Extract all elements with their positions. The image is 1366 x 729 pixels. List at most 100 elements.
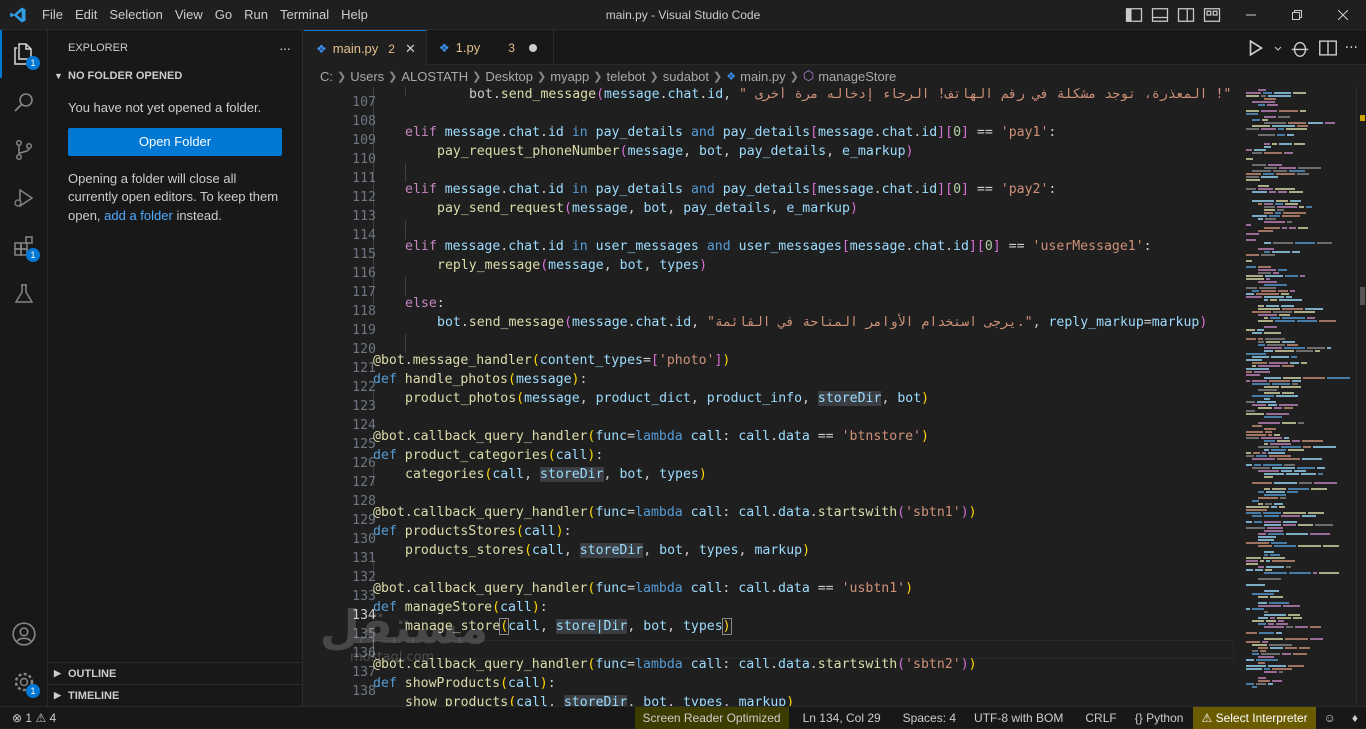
menu-file[interactable]: File <box>36 4 69 26</box>
minimap-line <box>1269 362 1288 364</box>
minimap-line <box>1258 677 1266 679</box>
menu-terminal[interactable]: Terminal <box>274 4 335 26</box>
more-actions-icon[interactable]: ··· <box>279 40 291 56</box>
copilot-icon[interactable]: ☺ <box>1316 707 1344 729</box>
menu-edit[interactable]: Edit <box>69 4 103 26</box>
minimap-line <box>1246 359 1262 361</box>
activity-bar: 1 1 1 <box>0 30 48 706</box>
line-number: 112 <box>352 190 376 205</box>
unsaved-dot-icon[interactable] <box>528 43 537 52</box>
language-mode[interactable]: {} Python <box>1127 707 1192 729</box>
customize-layout-icon[interactable] <box>1202 5 1222 25</box>
minimap-line <box>1258 305 1264 307</box>
accounts-activity[interactable] <box>0 610 48 658</box>
scroll-thumb[interactable] <box>1360 287 1365 305</box>
toggle-primary-sidebar-icon[interactable] <box>1124 5 1144 25</box>
explorer-activity[interactable]: 1 <box>0 30 48 78</box>
crumb-myapp[interactable]: myapp <box>550 69 589 84</box>
indentation[interactable]: Spaces: 4 <box>895 707 964 729</box>
source-control-activity[interactable] <box>0 126 48 174</box>
crumb-file[interactable]: main.py <box>740 69 786 84</box>
manage-activity[interactable]: 1 <box>0 658 48 706</box>
minimap-line <box>1258 314 1277 316</box>
crumb-user[interactable]: ALOSTATH <box>401 69 468 84</box>
crumb-telebot[interactable]: telebot <box>606 69 645 84</box>
minimap-line <box>1274 503 1283 505</box>
minimap-line <box>1246 293 1254 295</box>
crumb-symbol[interactable]: manageStore <box>818 69 896 84</box>
code-editor[interactable]: 106 107 108 109 110 111 112 113 114 115 116 117 118 1… <box>304 87 1240 706</box>
close-tab-icon[interactable]: ✕ <box>405 41 416 57</box>
no-folder-section[interactable]: ▼ NO FOLDER OPENED <box>48 65 302 87</box>
minimap[interactable] <box>1240 87 1356 706</box>
minimap-line <box>1298 524 1313 526</box>
testing-activity[interactable] <box>0 270 48 318</box>
menu-run[interactable]: Run <box>238 4 274 26</box>
restore-icon[interactable] <box>1274 0 1320 30</box>
line-ending[interactable]: CRLF <box>1077 707 1124 729</box>
run-python-file-icon[interactable] <box>1245 37 1267 59</box>
timeline-section[interactable]: ▶ TIMELINE <box>48 684 303 706</box>
minimap-line <box>1252 356 1269 358</box>
line-number: 109 <box>352 133 376 148</box>
select-interpreter[interactable]: ⚠ Select Interpreter <box>1193 706 1316 729</box>
crumb-desktop[interactable]: Desktop <box>485 69 533 84</box>
minimap-line <box>1273 170 1287 172</box>
menu-view[interactable]: View <box>169 4 209 26</box>
minimap-line <box>1310 638 1323 640</box>
run-debug-activity[interactable] <box>0 174 48 222</box>
minimap-line <box>1246 401 1255 403</box>
crumb-drive[interactable]: C: <box>320 69 333 84</box>
debug-icon[interactable] <box>1289 37 1311 59</box>
extensions-activity[interactable]: 1 <box>0 222 48 270</box>
tab-main-py[interactable]: ❖ main.py 2 ✕ <box>304 30 427 66</box>
toggle-panel-icon[interactable] <box>1150 5 1170 25</box>
minimap-line <box>1284 464 1295 466</box>
minimap-line <box>1279 314 1290 316</box>
minimap-line <box>1269 644 1292 646</box>
minimap-line <box>1303 446 1311 448</box>
menu-help[interactable]: Help <box>335 4 374 26</box>
error-icon: ⊗ <box>12 710 23 725</box>
minimap-line <box>1261 653 1280 655</box>
outline-section[interactable]: ▶ OUTLINE <box>48 662 303 684</box>
add-folder-link[interactable]: add a folder <box>104 208 173 223</box>
minimap-line <box>1256 683 1266 685</box>
minimap-line <box>1284 152 1293 154</box>
minimap-line <box>1269 191 1276 193</box>
line-number: 136 <box>352 646 376 661</box>
minimap-line <box>1287 491 1298 493</box>
notifications-bell-icon[interactable]: ♦ <box>1344 707 1366 729</box>
minimap-line <box>1281 386 1301 388</box>
vertical-scrollbar[interactable] <box>1356 87 1366 706</box>
minimize-icon[interactable] <box>1228 0 1274 30</box>
chevron-down-icon[interactable] <box>1273 37 1283 59</box>
minimap-line <box>1273 242 1293 244</box>
minimap-line <box>1283 605 1300 607</box>
minimap-line <box>1258 230 1273 232</box>
minimap-line <box>1246 410 1255 412</box>
minimap-line <box>1298 545 1321 547</box>
tab-1-py[interactable]: ❖ 1.py 3 <box>427 30 554 65</box>
minimap-line <box>1272 143 1277 145</box>
problems-indicator[interactable]: ⊗ 1 ⚠ 4 <box>0 707 64 729</box>
minimap-line <box>1264 515 1279 517</box>
minimap-line <box>1297 467 1315 469</box>
crumb-sudabot[interactable]: sudabot <box>663 69 709 84</box>
warning-icon: ⚠ <box>1201 710 1213 725</box>
menu-selection[interactable]: Selection <box>103 4 168 26</box>
open-folder-button[interactable]: Open Folder <box>68 127 282 156</box>
minimap-line <box>1275 350 1294 352</box>
search-activity[interactable] <box>0 78 48 126</box>
cursor-position[interactable]: Ln 134, Col 29 <box>795 707 889 729</box>
screen-reader-mode[interactable]: Screen Reader Optimized <box>634 706 789 729</box>
close-icon[interactable] <box>1320 0 1366 30</box>
toggle-secondary-sidebar-icon[interactable] <box>1176 5 1196 25</box>
minimap-line <box>1264 212 1273 214</box>
minimap-line <box>1298 422 1304 424</box>
menu-go[interactable]: Go <box>209 4 238 26</box>
more-actions-icon[interactable]: ··· <box>1345 40 1358 56</box>
encoding[interactable]: UTF-8 with BOM <box>966 707 1071 729</box>
split-editor-icon[interactable] <box>1317 37 1339 59</box>
crumb-users[interactable]: Users <box>350 69 384 84</box>
